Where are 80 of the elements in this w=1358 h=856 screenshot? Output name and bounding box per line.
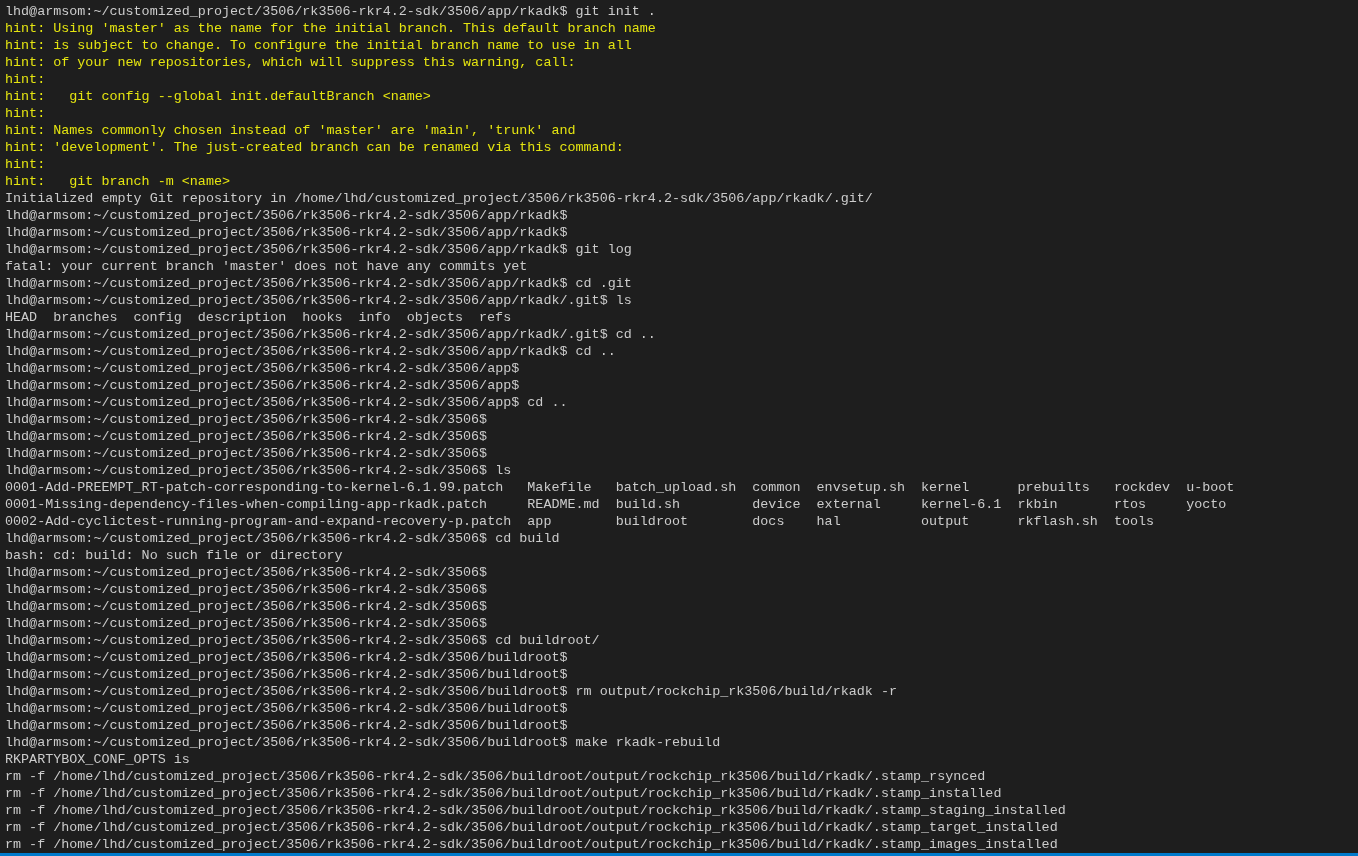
terminal-line: lhd@armsom:~/customized_project/3506/rk3506-rkr4.2-sdk/3506$	[5, 615, 489, 632]
hint-line: hint:	[5, 156, 47, 173]
file-name: output	[921, 514, 970, 529]
file-name: prebuilts	[1017, 480, 1090, 495]
file-name: external	[816, 497, 881, 512]
terminal-line: lhd@armsom:~/customized_project/3506/rk3506-rkr4.2-sdk/3506/buildroot$	[5, 666, 569, 683]
terminal-line: lhd@armsom:~/customized_project/3506/rk3506-rkr4.2-sdk/3506/app$	[5, 377, 521, 394]
hint-line: hint: of your new repositories, which will suppress this warning, call:	[5, 54, 577, 71]
terminal-line: lhd@armsom:~/customized_project/3506/rk3506-rkr4.2-sdk/3506$	[5, 411, 489, 428]
hint-line: hint:	[5, 105, 47, 122]
file-name: tools	[1113, 514, 1155, 529]
terminal-line: lhd@armsom:~/customized_project/3506/rk3506-rkr4.2-sdk/3506/app/rkadk$ cd ..	[5, 343, 617, 360]
file-name: 0001-Missing-dependency-files-when-compiling-app-rkadk.patch	[5, 497, 488, 512]
hint-line: hint: git config --global init.defaultBranch <name>	[5, 88, 432, 105]
file-name: Makefile	[527, 480, 592, 495]
terminal-line: lhd@armsom:~/customized_project/3506/rk3506-rkr4.2-sdk/3506/app/rkadk$	[5, 224, 569, 241]
terminal-line: lhd@armsom:~/customized_project/3506/rk3506-rkr4.2-sdk/3506/buildroot$ make rkadk-rebuild	[5, 734, 722, 751]
terminal-line: lhd@armsom:~/customized_project/3506/rk3506-rkr4.2-sdk/3506$ ls	[5, 462, 513, 479]
file-name: refs	[479, 310, 512, 325]
file-name: config	[133, 310, 182, 325]
file-name: batch_upload.sh	[615, 480, 737, 495]
file-name: device	[752, 497, 801, 512]
terminal-line: RKPARTYBOX_CONF_OPTS is	[5, 751, 191, 768]
file-name: rockdev	[1113, 480, 1171, 495]
terminal-line: lhd@armsom:~/customized_project/3506/rk3506-rkr4.2-sdk/3506/buildroot$	[5, 717, 569, 734]
terminal-line: Initialized empty Git repository in /home/lhd/customized_project/3506/rk3506-rkr4.2-sdk/3506/app/rkadk/.git/	[5, 190, 874, 207]
file-name: info	[358, 310, 391, 325]
file-name: rkflash.sh	[1017, 514, 1098, 529]
file-name: buildroot	[615, 514, 689, 529]
file-name: u-boot	[1186, 480, 1235, 495]
terminal-line: lhd@armsom:~/customized_project/3506/rk3506-rkr4.2-sdk/3506$	[5, 428, 489, 445]
file-name: objects	[406, 310, 463, 325]
terminal-line: lhd@armsom:~/customized_project/3506/rk3506-rkr4.2-sdk/3506/app$ cd ..	[5, 394, 569, 411]
terminal-line: bash: cd: build: No such file or directory	[5, 547, 344, 564]
file-name: HEAD	[5, 310, 38, 325]
terminal-line: lhd@armsom:~/customized_project/3506/rk3506-rkr4.2-sdk/3506/app/rkadk/.git$ cd ..	[5, 326, 657, 343]
terminal-line: rm -f /home/lhd/customized_project/3506/rk3506-rkr4.2-sdk/3506/buildroot/output/rockchip_rk3506/build/rkadk/.stamp_installed	[5, 785, 1003, 802]
file-name: 0002-Add-cyclictest-running-program-and-expand-recovery-p.patch	[5, 514, 512, 529]
terminal-line: lhd@armsom:~/customized_project/3506/rk3506-rkr4.2-sdk/3506/app/rkadk$ git init .	[5, 3, 657, 20]
file-name: branches	[53, 310, 118, 325]
file-name: yocto	[1186, 497, 1227, 512]
terminal-line: rm -f /home/lhd/customized_project/3506/rk3506-rkr4.2-sdk/3506/buildroot/output/rockchip_rk3506/build/rkadk/.stamp_target_installed	[5, 819, 1059, 836]
file-name: envsetup.sh	[816, 480, 905, 495]
terminal-line: lhd@armsom:~/customized_project/3506/rk3506-rkr4.2-sdk/3506/buildroot$ rm output/rockchip_rk3506/build/rkadk -r	[5, 683, 898, 700]
hint-line: hint: is subject to change. To configure the initial branch name to use in all	[5, 37, 633, 54]
terminal-line: lhd@armsom:~/customized_project/3506/rk3506-rkr4.2-sdk/3506$	[5, 445, 489, 462]
file-name: rkbin	[1017, 497, 1058, 512]
terminal-line: lhd@armsom:~/customized_project/3506/rk3506-rkr4.2-sdk/3506$	[5, 581, 489, 598]
hint-line: hint: Using 'master' as the name for the initial branch. This default branch name	[5, 20, 657, 37]
terminal-line: lhd@armsom:~/customized_project/3506/rk3506-rkr4.2-sdk/3506$	[5, 564, 489, 581]
file-name: hooks	[302, 310, 343, 325]
terminal-line: lhd@armsom:~/customized_project/3506/rk3506-rkr4.2-sdk/3506$ cd buildroot/	[5, 632, 601, 649]
terminal-line: fatal: your current branch 'master' does not have any commits yet	[5, 258, 529, 275]
file-name: 0001-Add-PREEMPT_RT-patch-corresponding-to-kernel-6.1.99.patch	[5, 480, 504, 495]
file-name: kernel-6.1	[921, 497, 1002, 512]
file-name: description	[197, 310, 287, 325]
terminal-line: rm -f /home/lhd/customized_project/3506/rk3506-rkr4.2-sdk/3506/buildroot/output/rockchip_rk3506/build/rkadk/.stamp_staging_installed	[5, 802, 1067, 819]
file-name: kernel	[921, 480, 970, 495]
terminal-line: rm -f /home/lhd/customized_project/3506/rk3506-rkr4.2-sdk/3506/buildroot/output/rockchip_rk3506/build/rkadk/.stamp_images_installed	[5, 836, 1059, 853]
file-name: hal	[816, 514, 841, 529]
hint-line: hint:	[5, 71, 47, 88]
terminal-line: lhd@armsom:~/customized_project/3506/rk3506-rkr4.2-sdk/3506/app$	[5, 360, 521, 377]
terminal-line: lhd@armsom:~/customized_project/3506/rk3506-rkr4.2-sdk/3506$ cd build	[5, 530, 561, 547]
terminal-line: lhd@armsom:~/customized_project/3506/rk3506-rkr4.2-sdk/3506/app/rkadk$	[5, 207, 569, 224]
hint-line: hint: 'development'. The just-created branch can be renamed via this command:	[5, 139, 625, 156]
file-name: rtos	[1113, 497, 1147, 512]
hint-line: hint: Names commonly chosen instead of 'master' are 'main', 'trunk' and	[5, 122, 577, 139]
terminal-line: lhd@armsom:~/customized_project/3506/rk3506-rkr4.2-sdk/3506/app/rkadk$ cd .git	[5, 275, 633, 292]
terminal-line: rm -f /home/lhd/customized_project/3506/rk3506-rkr4.2-sdk/3506/buildroot/output/rockchip_rk3506/build/rkadk/.stamp_rsynced	[5, 768, 987, 785]
file-name: common	[752, 480, 801, 495]
terminal-line: lhd@armsom:~/customized_project/3506/rk3506-rkr4.2-sdk/3506$	[5, 598, 489, 615]
file-name: app	[527, 514, 552, 529]
terminal-line: lhd@armsom:~/customized_project/3506/rk3506-rkr4.2-sdk/3506/app/rkadk$ git log	[5, 241, 633, 258]
terminal-line: lhd@armsom:~/customized_project/3506/rk3506-rkr4.2-sdk/3506/app/rkadk/.git$ ls	[5, 292, 633, 309]
file-name: README.md	[527, 497, 600, 512]
terminal-line: lhd@armsom:~/customized_project/3506/rk3506-rkr4.2-sdk/3506/buildroot$	[5, 700, 569, 717]
hint-line: hint: git branch -m <name>	[5, 173, 231, 190]
terminal-line: lhd@armsom:~/customized_project/3506/rk3506-rkr4.2-sdk/3506/buildroot$	[5, 649, 569, 666]
file-name: build.sh	[615, 497, 680, 512]
file-name: docs	[752, 514, 785, 529]
